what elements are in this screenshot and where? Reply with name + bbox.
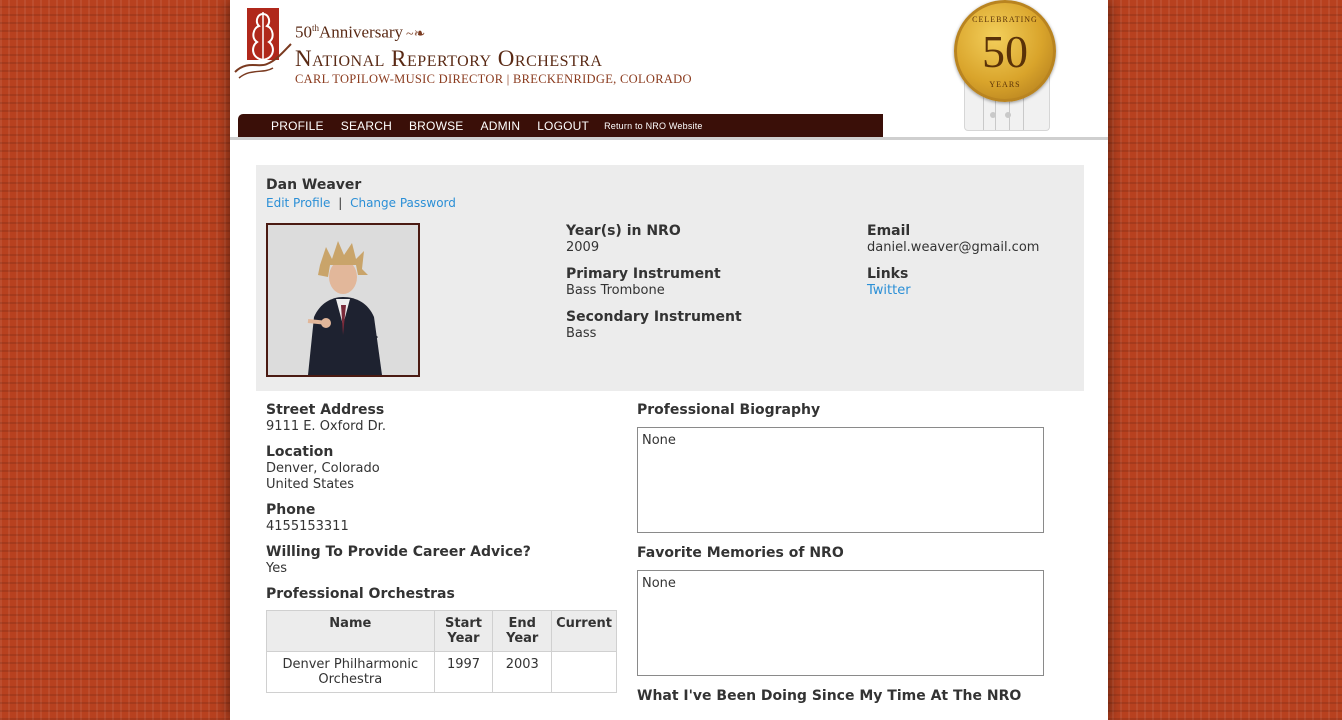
nav-browse[interactable]: BROWSE (409, 119, 464, 133)
header-divider (230, 137, 1108, 140)
links-label: Links (867, 266, 909, 282)
profile-photo (266, 223, 420, 377)
secondary-instrument-value: Bass (566, 326, 597, 341)
row-current (551, 651, 617, 693)
details-column: Street Address 9111 E. Oxford Dr. Locati… (266, 402, 618, 693)
contact-column: Email daniel.weaver@gmail.com Links Twit… (867, 223, 1039, 309)
row-start: 1997 (433, 651, 494, 693)
years-label: Year(s) in NRO (566, 223, 681, 239)
edit-profile-link[interactable]: Edit Profile (266, 196, 330, 210)
anniversary-line: 50thAnniversary ~❧ (295, 22, 426, 42)
table-row: Denver Philharmonic Orchestra 1997 2003 (266, 651, 617, 693)
bio-column: Professional Biography None Favorite Mem… (637, 402, 1047, 704)
org-name: National Repertory Orchestra (295, 45, 603, 71)
org-subtitle: CARL TOPILOW-MUSIC DIRECTOR | BRECKENRID… (295, 71, 692, 86)
location-label: Location (266, 444, 334, 460)
since-nro-label: What I've Been Doing Since My Time At Th… (637, 688, 1022, 704)
main-nav: PROFILE SEARCH BROWSE ADMIN LOGOUT Retur… (238, 114, 883, 137)
location-country: United States (266, 477, 355, 492)
profile-panel: Dan Weaver Edit Profile | Change Passwor… (256, 165, 1084, 391)
orchestras-label: Professional Orchestras (266, 586, 455, 602)
row-end: 2003 (492, 651, 553, 693)
orchestras-table: Name Start Year End Year Current Denver … (266, 610, 617, 693)
memories-label: Favorite Memories of NRO (637, 545, 844, 561)
col-start-year: Start Year (433, 610, 494, 652)
row-name: Denver Philharmonic Orchestra (266, 651, 435, 693)
change-password-link[interactable]: Change Password (350, 196, 456, 210)
street-label: Street Address (266, 402, 385, 418)
swirl-icon: ~❧ (406, 26, 426, 42)
nav-profile[interactable]: PROFILE (271, 119, 324, 133)
nav-logout[interactable]: LOGOUT (537, 119, 589, 133)
bio-label: Professional Biography (637, 402, 821, 418)
street-value: 9111 E. Oxford Dr. (266, 419, 386, 434)
phone-value: 4155153311 (266, 519, 349, 534)
twitter-link[interactable]: Twitter (867, 283, 911, 298)
site-logo-text[interactable]: 50thAnniversary ~❧ National Repertory Orc… (295, 18, 692, 87)
years-value: 2009 (566, 240, 600, 255)
nav-search[interactable]: SEARCH (341, 119, 392, 133)
anniversary-seal: CELEBRATING 50 YEARS (954, 0, 1058, 132)
link-separator: | (338, 196, 343, 210)
email-label: Email (867, 223, 911, 239)
primary-instrument-label: Primary Instrument (566, 266, 721, 282)
gold-seal-icon: CELEBRATING 50 YEARS (954, 0, 1056, 102)
col-end-year: End Year (492, 610, 553, 652)
violin-logo-icon[interactable] (233, 6, 293, 80)
bio-textarea[interactable]: None (637, 427, 1044, 533)
memories-textarea[interactable]: None (637, 570, 1044, 676)
nav-return-link[interactable]: Return to NRO Website (604, 121, 703, 131)
profile-actions: Edit Profile | Change Password (266, 196, 456, 210)
secondary-instrument-label: Secondary Instrument (566, 309, 742, 325)
nav-admin[interactable]: ADMIN (481, 119, 521, 133)
location-city: Denver, Colorado (266, 461, 380, 476)
col-name: Name (266, 610, 435, 652)
page-container: 50thAnniversary ~❧ National Repertory Orc… (230, 0, 1108, 720)
table-header-row: Name Start Year End Year Current (266, 610, 617, 652)
career-advice-label: Willing To Provide Career Advice? (266, 544, 531, 560)
nro-info-column: Year(s) in NRO 2009 Primary Instrument B… (566, 223, 742, 352)
email-value: daniel.weaver@gmail.com (867, 240, 1040, 255)
profile-name: Dan Weaver (266, 177, 362, 193)
primary-instrument-value: Bass Trombone (566, 283, 665, 298)
career-advice-value: Yes (266, 561, 287, 576)
phone-label: Phone (266, 502, 316, 518)
col-current: Current (551, 610, 617, 652)
